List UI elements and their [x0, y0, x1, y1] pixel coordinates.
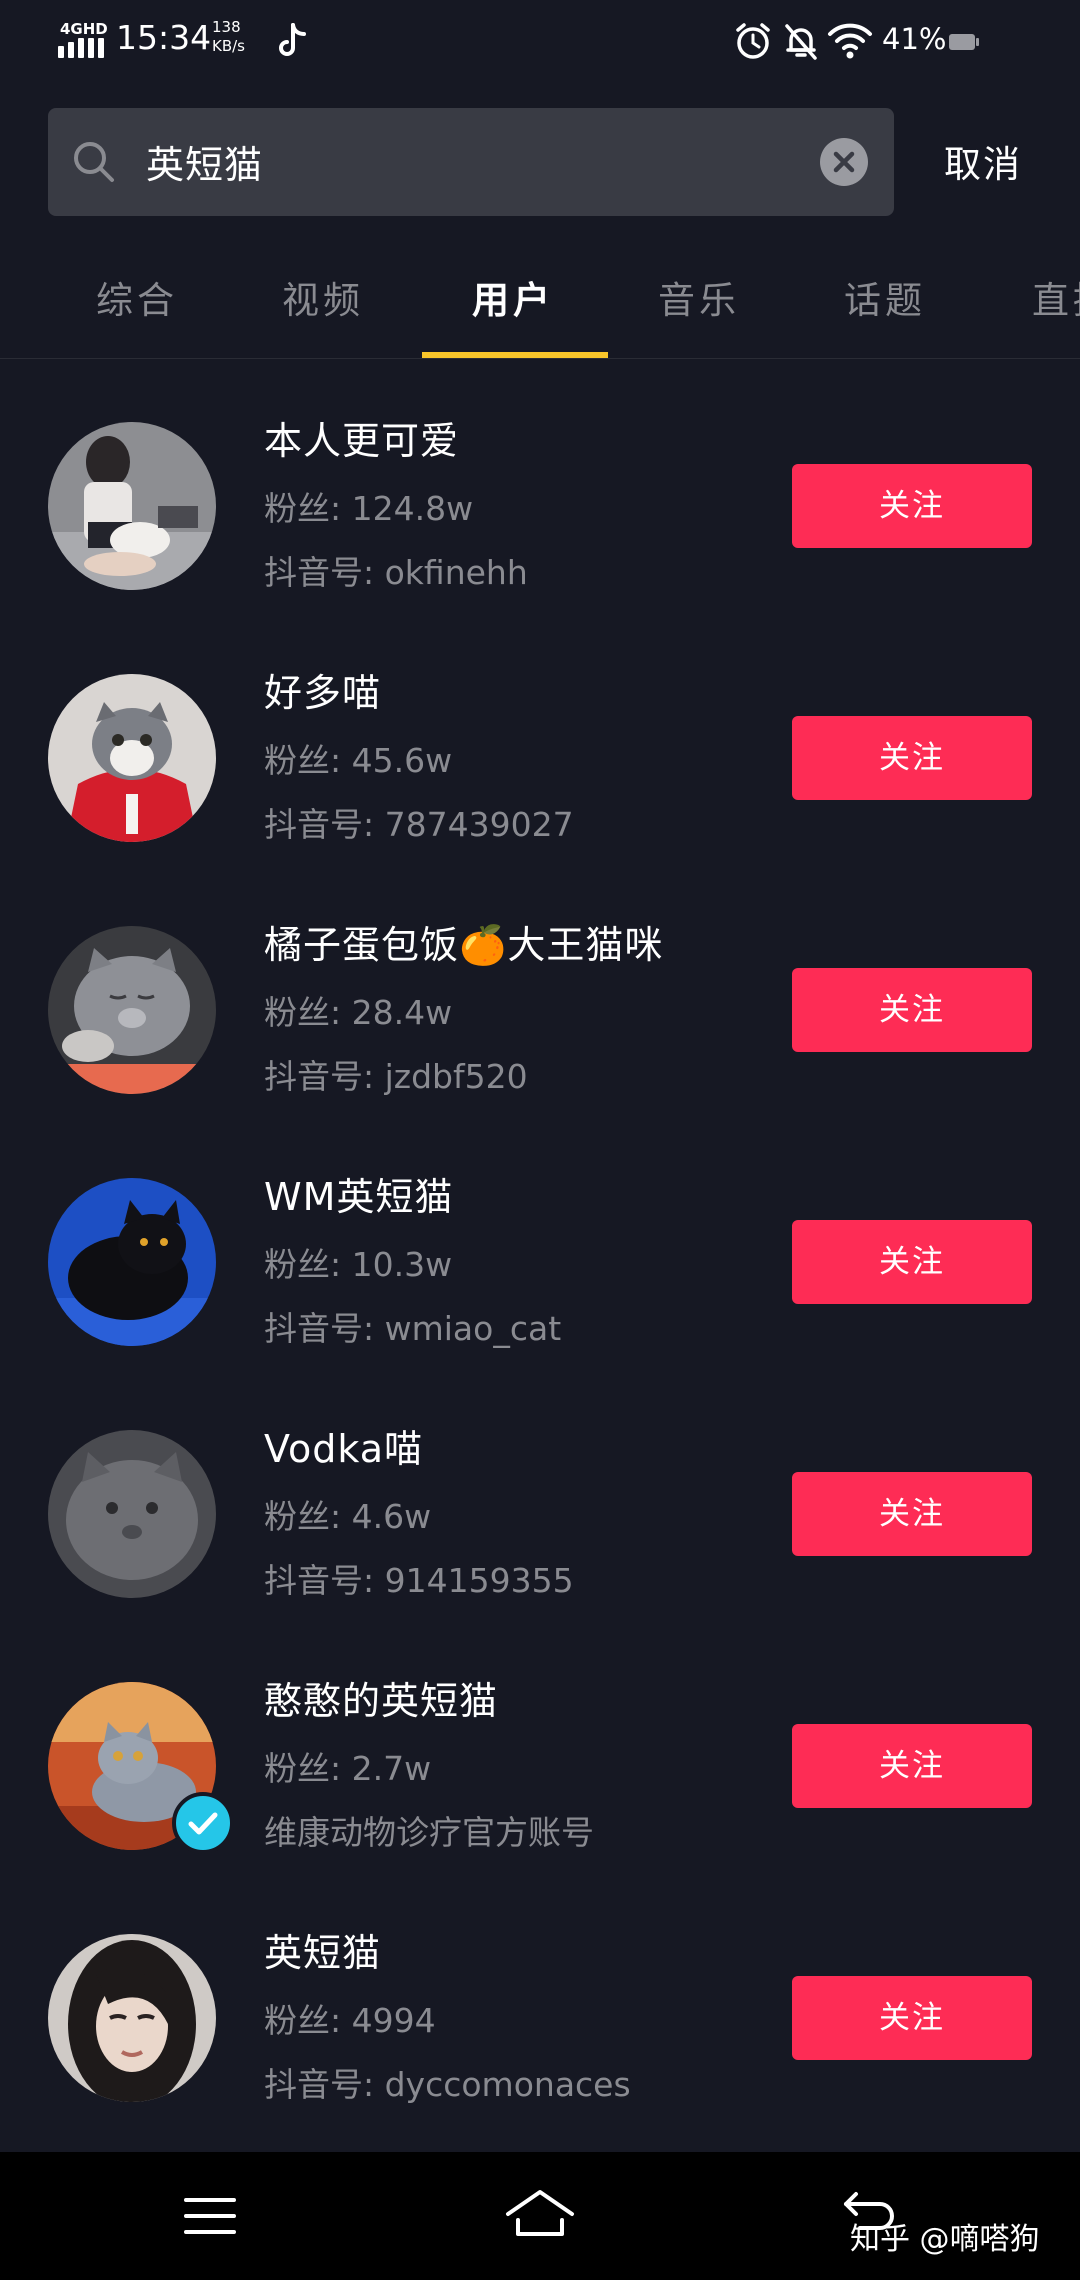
username: Vodka喵 — [264, 1427, 424, 1471]
follow-button[interactable]: 关注 — [792, 1724, 1032, 1808]
account-id: 抖音号: okfinehh — [264, 553, 528, 592]
follow-button[interactable]: 关注 — [792, 968, 1032, 1052]
username: 好多喵 — [264, 671, 382, 715]
follow-button[interactable]: 关注 — [792, 464, 1032, 548]
account-id: 抖音号: 787439027 — [264, 805, 574, 844]
tab-videos[interactable]: 视频 — [282, 270, 364, 324]
avatar[interactable] — [48, 1430, 216, 1598]
tab-music[interactable]: 音乐 — [658, 270, 740, 324]
search-icon — [74, 142, 114, 182]
avatar[interactable] — [48, 1934, 216, 2102]
network-type: 4GHD — [60, 20, 108, 38]
tab-general[interactable]: 综合 — [96, 270, 178, 324]
search-input[interactable]: 英短猫 — [146, 134, 263, 189]
account-id: 抖音号: 914159355 — [264, 1561, 574, 1600]
clock: 15:34 — [116, 18, 212, 57]
list-item[interactable]: 好多喵 粉丝: 45.6w 抖音号: 787439027 关注 — [0, 634, 1080, 886]
close-icon — [833, 151, 855, 173]
list-item[interactable]: 本人更可爱 粉丝: 124.8w 抖音号: okfinehh 关注 — [0, 382, 1080, 634]
check-icon — [188, 1812, 218, 1835]
follower-count: 粉丝: 10.3w — [264, 1245, 453, 1284]
account-id: 抖音号: wmiao_cat — [264, 1309, 562, 1348]
username: 憨憨的英短猫 — [264, 1679, 499, 1723]
follower-count: 粉丝: 28.4w — [264, 993, 453, 1032]
tab-bar: 综合 视频 用户 音乐 话题 直播 — [0, 250, 1080, 359]
username: WM英短猫 — [264, 1175, 454, 1219]
avatar[interactable] — [48, 1178, 216, 1346]
watermark: 知乎 @嘀嗒狗 — [850, 2222, 1040, 2257]
menu-icon[interactable] — [182, 2192, 238, 2240]
active-tab-indicator — [422, 352, 608, 358]
list-item[interactable]: WM英短猫 粉丝: 10.3w 抖音号: wmiao_cat 关注 — [0, 1138, 1080, 1390]
alarm-icon — [736, 23, 770, 59]
list-item[interactable]: 憨憨的英短猫 粉丝: 2.7w 维康动物诊疗官方账号 关注 — [0, 1642, 1080, 1894]
follower-count: 粉丝: 45.6w — [264, 741, 453, 780]
follow-button[interactable]: 关注 — [792, 1976, 1032, 2060]
username: 本人更可爱 — [264, 419, 460, 463]
username: 橘子蛋包饭🍊大王猫咪 — [264, 923, 664, 967]
list-item[interactable]: 英短猫 粉丝: 4994 抖音号: dyccomonaces 关注 — [0, 1894, 1080, 2146]
follow-button[interactable]: 关注 — [792, 1472, 1032, 1556]
follower-count: 粉丝: 4994 — [264, 2001, 436, 2040]
mute-bell-icon — [785, 24, 817, 60]
avatar[interactable] — [48, 674, 216, 842]
battery-percent: 41% — [882, 22, 947, 56]
battery-icon — [949, 34, 979, 50]
navigation-bar: 知乎 @嘀嗒狗 — [0, 2152, 1080, 2280]
cancel-button[interactable]: 取消 — [944, 134, 1022, 188]
wifi-icon — [828, 23, 872, 59]
follow-button[interactable]: 关注 — [792, 716, 1032, 800]
avatar[interactable] — [48, 422, 216, 590]
home-icon[interactable] — [502, 2186, 578, 2242]
search-bar[interactable]: 英短猫 — [48, 108, 894, 216]
tiktok-icon — [279, 23, 306, 56]
tab-live[interactable]: 直播 — [1032, 270, 1080, 324]
follower-count: 粉丝: 124.8w — [264, 489, 474, 528]
verified-badge — [172, 1792, 234, 1854]
username: 英短猫 — [264, 1931, 382, 1975]
follow-button[interactable]: 关注 — [792, 1220, 1032, 1304]
tab-users[interactable]: 用户 — [472, 270, 554, 324]
tab-topics[interactable]: 话题 — [844, 270, 926, 324]
avatar[interactable] — [48, 926, 216, 1094]
list-item[interactable]: Vodka喵 粉丝: 4.6w 抖音号: 914159355 关注 — [0, 1390, 1080, 1642]
signal-icon: 4GHD — [58, 20, 108, 60]
account-description: 维康动物诊疗官方账号 — [264, 1813, 594, 1852]
status-bar: 4GHD 15:34 138 KB/s 41% — [0, 0, 1080, 84]
network-speed: 138 KB/s — [212, 18, 245, 55]
list-item[interactable]: 橘子蛋包饭🍊大王猫咪 粉丝: 28.4w 抖音号: jzdbf520 关注 — [0, 886, 1080, 1138]
follower-count: 粉丝: 2.7w — [264, 1749, 432, 1788]
account-id: 抖音号: dyccomonaces — [264, 2065, 631, 2104]
clear-search-button[interactable] — [820, 138, 868, 186]
follower-count: 粉丝: 4.6w — [264, 1497, 432, 1536]
account-id: 抖音号: jzdbf520 — [264, 1057, 528, 1096]
